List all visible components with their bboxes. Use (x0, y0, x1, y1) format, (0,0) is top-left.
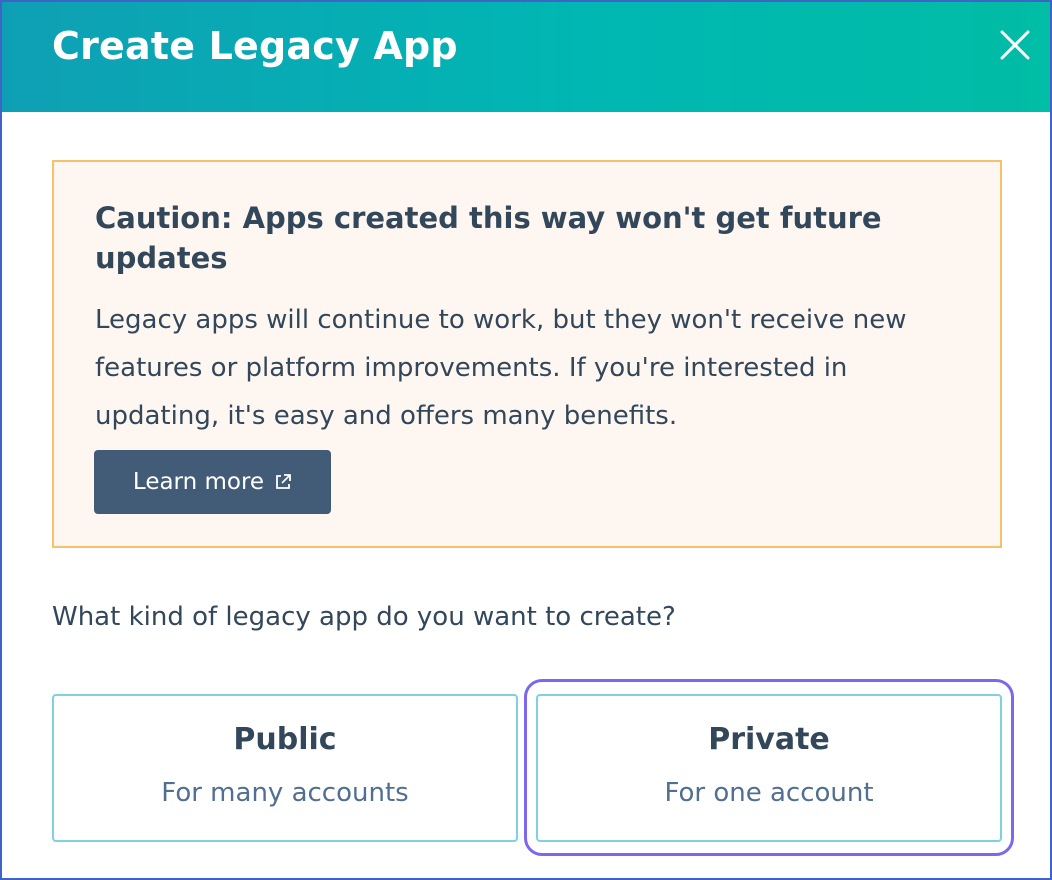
create-legacy-app-dialog: Create Legacy App Caution: Apps created … (0, 0, 1052, 880)
app-type-question: What kind of legacy app do you want to c… (52, 602, 676, 632)
public-app-option[interactable]: Public For many accounts (52, 694, 518, 842)
option-subtitle: For many accounts (161, 778, 409, 808)
close-button[interactable] (994, 24, 1036, 66)
private-app-option[interactable]: Private For one account (536, 694, 1002, 842)
external-link-icon (276, 474, 291, 489)
learn-more-button[interactable]: Learn more (94, 450, 331, 514)
option-title: Public (233, 722, 337, 757)
caution-body: Legacy apps will continue to work, but t… (95, 305, 907, 431)
learn-more-label: Learn more (132, 469, 265, 495)
close-icon (1000, 30, 1030, 60)
caution-alert: Caution: Apps created this way won't get… (52, 160, 1002, 548)
dialog-header: Create Legacy App (2, 2, 1050, 112)
option-subtitle: For one account (664, 778, 874, 808)
dialog-title: Create Legacy App (52, 24, 458, 68)
caution-title: Caution: Apps created this way won't get… (95, 201, 882, 275)
option-title: Private (708, 722, 830, 757)
